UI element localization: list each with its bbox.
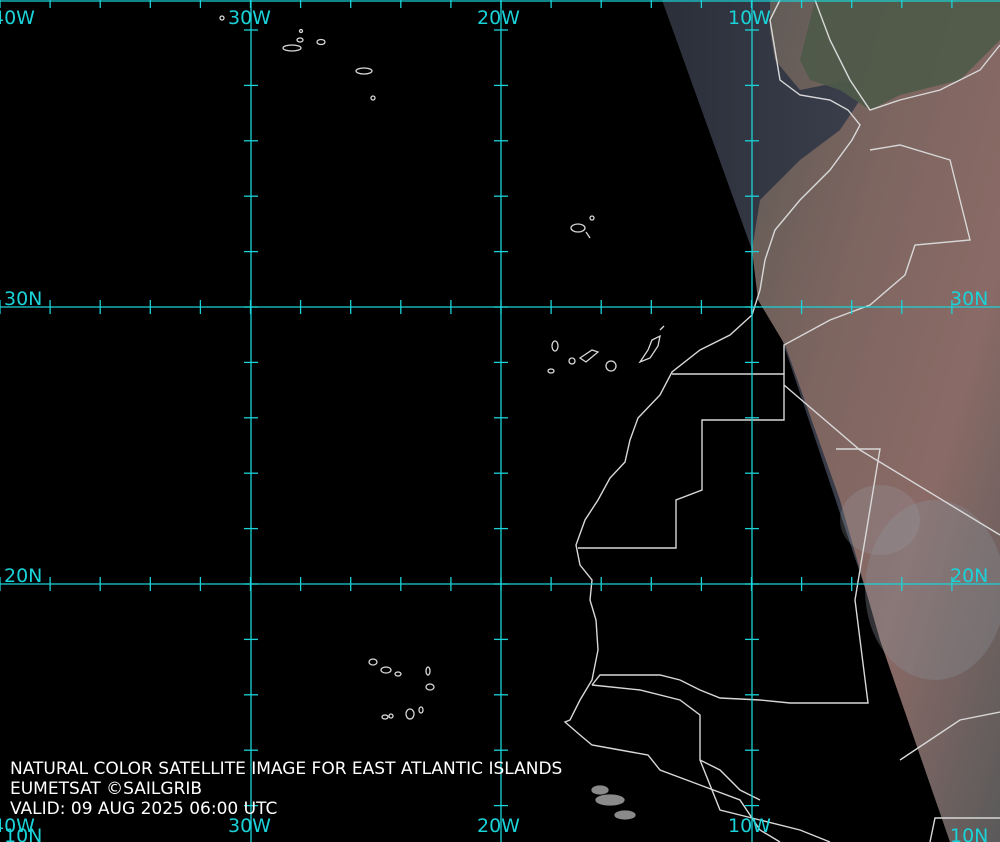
lon-label-10w-bottom: 10W <box>728 815 771 837</box>
satellite-imagery <box>662 0 1000 842</box>
imagery-clouds-2 <box>840 485 920 555</box>
islands <box>219 15 665 820</box>
longitude-labels: 40W 30W 20W 10W 40W 30W 20W 10W <box>0 7 771 837</box>
senegal-border <box>591 684 761 801</box>
caption-title: NATURAL COLOR SATELLITE IMAGE FOR EAST A… <box>10 759 563 779</box>
madeira-islands <box>570 215 595 239</box>
caption-credit: EUMETSAT ©SAILGRIB <box>10 779 203 799</box>
lon-label-10w-top: 10W <box>728 7 771 29</box>
lon-label-30w-top: 30W <box>228 7 271 29</box>
lat-label-10n-right: 10N <box>950 825 988 842</box>
canary-islands <box>547 325 665 374</box>
lat-label-20n-left: 20N <box>4 565 42 587</box>
africa-coastline <box>563 289 781 842</box>
map-caption: NATURAL COLOR SATELLITE IMAGE FOR EAST A… <box>10 759 562 819</box>
lat-label-20n-right: 20N <box>950 565 988 587</box>
lon-label-20w-top: 20W <box>477 7 520 29</box>
satellite-map-view: 40W 30W 20W 10W 40W 30W 20W 10W 30N 20N … <box>0 0 1000 842</box>
caption-valid-time: VALID: 09 AUG 2025 06:00 UTC <box>10 799 278 819</box>
bissagos-islands <box>591 785 636 820</box>
satellite-map: 40W 30W 20W 10W 40W 30W 20W 10W 30N 20N … <box>0 0 1000 842</box>
morocco-mauritania-border <box>578 373 785 549</box>
lat-label-30n-right: 30N <box>950 288 988 310</box>
lat-label-30n-left: 30N <box>4 288 42 310</box>
lon-label-40w-top: 40W <box>0 7 35 29</box>
lat-label-10n-left: 10N <box>4 825 42 842</box>
cape-verde-islands <box>368 658 435 720</box>
